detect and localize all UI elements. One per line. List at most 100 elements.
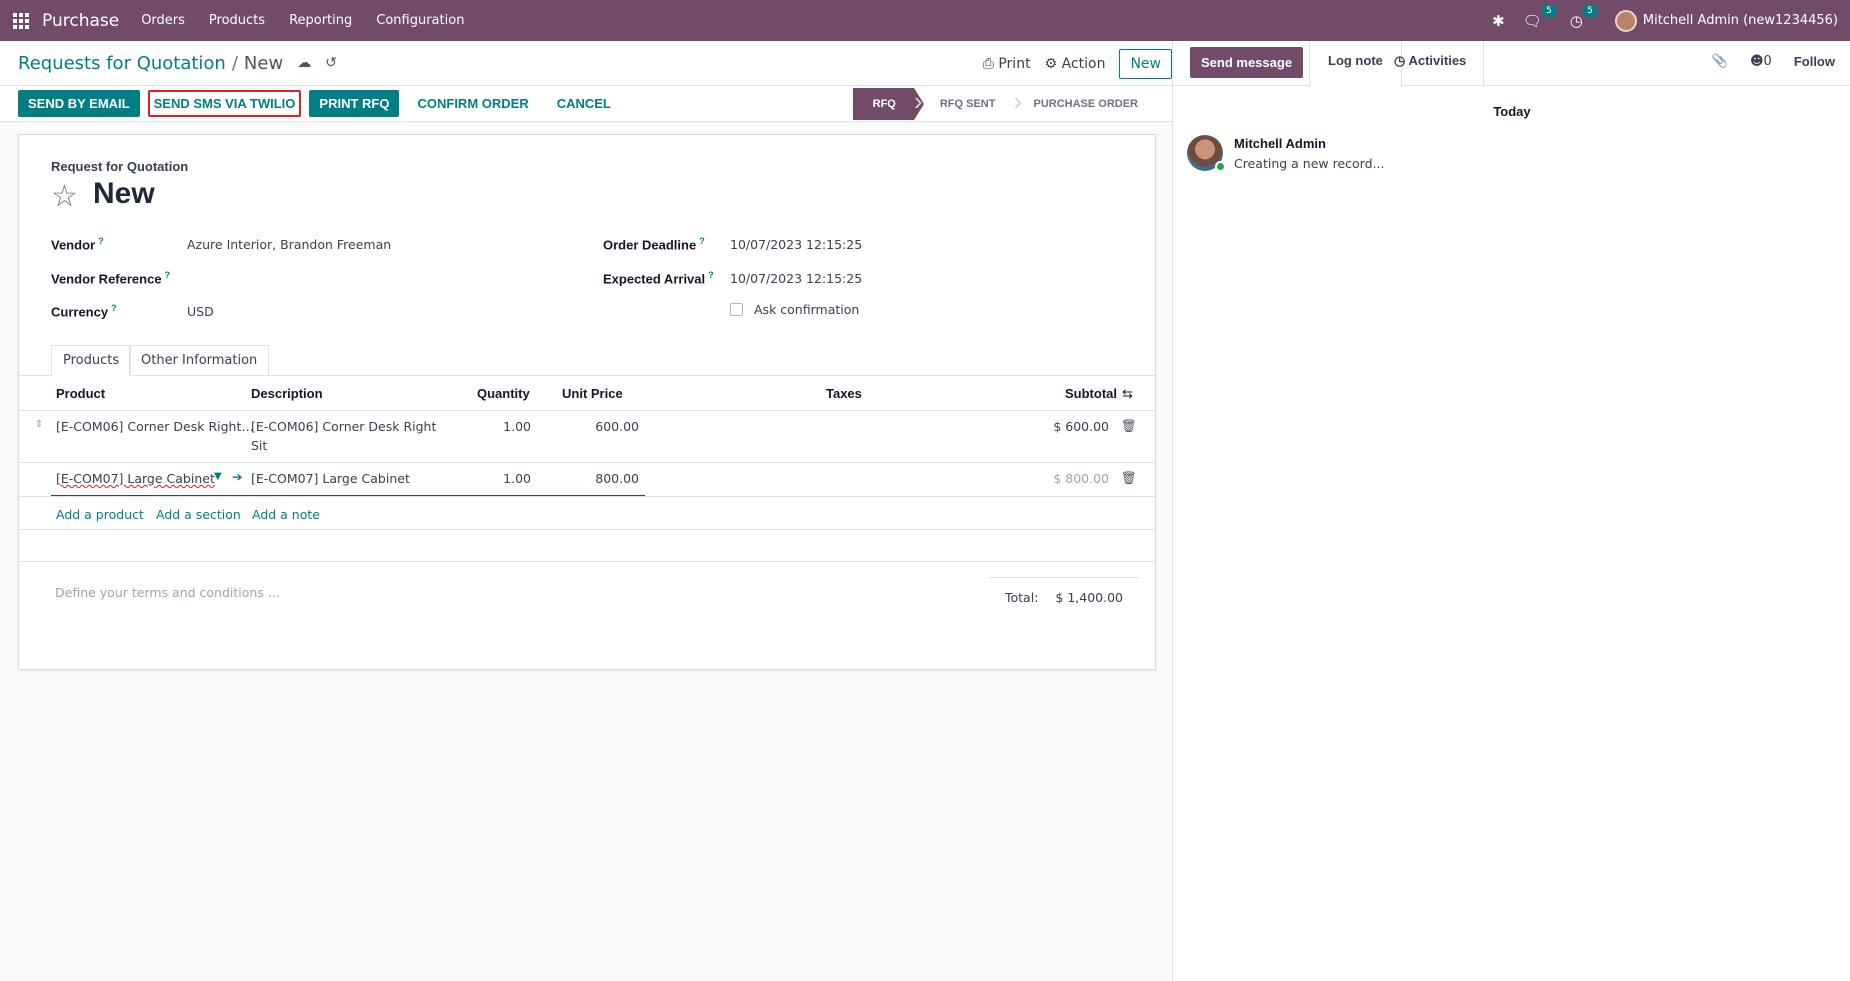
line-description[interactable]: [E-COM06] Corner Desk Right bbox=[251, 419, 436, 434]
order-lines-header: Product Description Quantity Unit Price … bbox=[19, 376, 1155, 411]
form-sheet: Request for Quotation ☆ New Vendor? Azur… bbox=[18, 134, 1156, 670]
add-line-links: Add a product Add a section Add a note bbox=[19, 497, 1155, 530]
user-avatar bbox=[1614, 9, 1637, 32]
ask-confirmation-checkbox[interactable] bbox=[730, 303, 743, 316]
top-navbar: Purchase Orders Products Reporting Confi… bbox=[0, 0, 1850, 41]
menu-orders[interactable]: Orders bbox=[141, 13, 185, 28]
drag-handle-icon[interactable]: ⇕ bbox=[35, 419, 43, 430]
expected-arrival-help-icon[interactable]: ? bbox=[708, 270, 714, 280]
editing-underline bbox=[51, 495, 645, 496]
vendor-reference-label: Vendor Reference? bbox=[51, 270, 171, 287]
activities-button[interactable]: ◷ Activities bbox=[1394, 41, 1466, 86]
add-note-link[interactable]: Add a note bbox=[252, 507, 320, 522]
delete-trash-icon[interactable]: 🗑 bbox=[1121, 418, 1137, 434]
debug-bug-icon[interactable]: ✱ bbox=[1492, 12, 1505, 30]
app-brand[interactable]: Purchase bbox=[42, 11, 119, 31]
open-record-arrow-icon[interactable]: ➔ bbox=[232, 469, 242, 484]
action-menu[interactable]: ⚙ Action bbox=[1045, 56, 1106, 72]
cancel-button[interactable]: CANCEL bbox=[547, 90, 621, 117]
order-deadline-help-icon[interactable]: ? bbox=[699, 236, 705, 246]
stage-rfq[interactable]: RFQ bbox=[852, 88, 925, 120]
tab-products[interactable]: Products bbox=[51, 345, 132, 376]
breadcrumb-parent[interactable]: Requests for Quotation bbox=[18, 53, 226, 74]
stage-purchase-order[interactable]: PURCHASE ORDER bbox=[1013, 86, 1156, 120]
messages-icon[interactable]: 🗨 5 bbox=[1523, 4, 1556, 30]
ask-confirmation-label: Ask confirmation bbox=[754, 302, 860, 317]
vendor-reference-help-icon[interactable]: ? bbox=[165, 270, 171, 280]
send-message-button[interactable]: Send message bbox=[1190, 47, 1304, 78]
delete-trash-icon[interactable]: 🗑 bbox=[1121, 470, 1137, 486]
stage-rfq-sent[interactable]: RFQ SENT bbox=[914, 86, 1014, 120]
chatter-panel: Send message Log note ◷ Activities 📎 ☻0 … bbox=[1172, 41, 1850, 981]
line-description-cont: Sit bbox=[251, 438, 268, 453]
col-subtotal[interactable]: Subtotal bbox=[1065, 386, 1117, 401]
menu-reporting[interactable]: Reporting bbox=[289, 13, 352, 28]
follow-button[interactable]: Follow bbox=[1794, 54, 1835, 69]
currency-help-icon[interactable]: ? bbox=[111, 303, 117, 313]
tab-other-information[interactable]: Other Information bbox=[129, 345, 270, 376]
messages-badge: 5 bbox=[1542, 4, 1556, 17]
expected-arrival-label: Expected Arrival? bbox=[603, 270, 714, 287]
col-product[interactable]: Product bbox=[56, 386, 105, 401]
stage-pipeline: RFQ RFQ SENT PURCHASE ORDER bbox=[852, 86, 1156, 120]
currency-field[interactable]: USD bbox=[187, 304, 214, 319]
send-by-email-button[interactable]: SEND BY EMAIL bbox=[18, 90, 140, 117]
line-quantity[interactable]: 1.00 bbox=[491, 419, 531, 434]
person-icon: ☻ bbox=[1749, 54, 1764, 69]
vendor-reference-field[interactable] bbox=[187, 271, 427, 287]
add-product-link[interactable]: Add a product bbox=[56, 507, 144, 522]
vendor-field[interactable]: Azure Interior, Brandon Freeman bbox=[187, 237, 391, 252]
menu-products[interactable]: Products bbox=[209, 13, 265, 28]
dropdown-caret-icon[interactable]: ▼ bbox=[214, 471, 222, 482]
col-taxes[interactable]: Taxes bbox=[826, 386, 862, 401]
activities-badge: 5 bbox=[1583, 4, 1597, 17]
user-name: Mitchell Admin (new1234456) bbox=[1642, 13, 1838, 28]
table-row[interactable]: ⇕ [E-COM06] Corner Desk Right… [E-COM06]… bbox=[19, 411, 1155, 463]
line-product[interactable]: [E-COM06] Corner Desk Right… bbox=[56, 419, 254, 434]
message-author[interactable]: Mitchell Admin bbox=[1234, 136, 1326, 151]
save-cloud-icon[interactable]: ☁ bbox=[297, 55, 311, 71]
gear-icon: ⚙ bbox=[1044, 56, 1062, 72]
activities-clock-icon[interactable]: ◷ 5 bbox=[1570, 4, 1597, 30]
attachment-paperclip-icon[interactable]: 📎 bbox=[1712, 54, 1728, 69]
print-label: Print bbox=[998, 56, 1031, 72]
order-deadline-field[interactable]: 10/07/2023 12:15:25 bbox=[730, 237, 862, 252]
order-deadline-label: Order Deadline? bbox=[603, 236, 705, 253]
col-description[interactable]: Description bbox=[251, 386, 323, 401]
print-menu[interactable]: ⎙ Print bbox=[983, 56, 1031, 72]
confirm-order-button[interactable]: CONFIRM ORDER bbox=[407, 90, 538, 117]
log-note-button[interactable]: Log note bbox=[1309, 41, 1402, 87]
new-button[interactable]: New bbox=[1119, 49, 1172, 79]
col-quantity[interactable]: Quantity bbox=[477, 386, 530, 401]
line-unit-price[interactable]: 600.00 bbox=[579, 419, 639, 434]
followers-count: 0 bbox=[1763, 54, 1772, 69]
optional-columns-icon[interactable]: ⇆ bbox=[1122, 386, 1133, 402]
line-unit-price[interactable]: 800.00 bbox=[579, 471, 639, 486]
favorite-star-icon[interactable]: ☆ bbox=[51, 179, 78, 214]
activities-label: Activities bbox=[1408, 53, 1467, 68]
vendor-help-icon[interactable]: ? bbox=[98, 236, 104, 246]
chatter-divider bbox=[1483, 41, 1484, 86]
breadcrumb-separator: / bbox=[231, 52, 238, 74]
print-rfq-button[interactable]: PRINT RFQ bbox=[309, 90, 400, 117]
action-label: Action bbox=[1061, 56, 1106, 72]
line-quantity[interactable]: 1.00 bbox=[491, 471, 531, 486]
breadcrumb-current: New bbox=[243, 52, 284, 74]
send-sms-twilio-button[interactable]: SEND SMS VIA TWILIO bbox=[147, 90, 302, 117]
line-description[interactable]: [E-COM07] Large Cabinet bbox=[251, 471, 410, 486]
breadcrumb: Requests for Quotation / New ☁ ↺ bbox=[18, 53, 337, 74]
table-row[interactable]: [E-COM07] Large Cabinet ▼ ➔ [E-COM07] La… bbox=[19, 463, 1155, 497]
total-label: Total: bbox=[1005, 590, 1039, 605]
followers-button[interactable]: ☻0 bbox=[1750, 54, 1772, 69]
line-product-input[interactable]: [E-COM07] Large Cabinet bbox=[56, 471, 215, 486]
terms-conditions-field[interactable]: Define your terms and conditions ... bbox=[55, 585, 280, 600]
menu-configuration[interactable]: Configuration bbox=[376, 13, 464, 28]
apps-menu-icon[interactable] bbox=[0, 0, 42, 41]
total-summary: Total: $ 1,400.00 bbox=[989, 577, 1139, 605]
col-unit-price[interactable]: Unit Price bbox=[562, 386, 623, 401]
add-section-link[interactable]: Add a section bbox=[156, 507, 241, 522]
expected-arrival-field[interactable]: 10/07/2023 12:15:25 bbox=[730, 271, 862, 286]
discard-undo-icon[interactable]: ↺ bbox=[325, 55, 337, 71]
record-title: New bbox=[93, 177, 155, 210]
user-menu[interactable]: Mitchell Admin (new1234456) bbox=[1614, 9, 1838, 32]
